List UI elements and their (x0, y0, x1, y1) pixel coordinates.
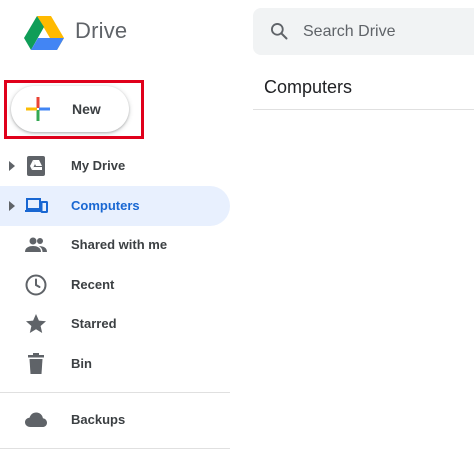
sidebar-item-shared-with-me[interactable]: Shared with me (0, 225, 230, 265)
new-button[interactable]: New (11, 86, 129, 132)
new-button-label: New (72, 101, 101, 117)
sidebar-item-bin[interactable]: Bin (0, 344, 230, 384)
content-divider (253, 109, 474, 110)
drive-logo-icon[interactable] (24, 14, 64, 50)
sidebar-divider (0, 392, 230, 393)
cloud-icon (25, 412, 47, 427)
sidebar-item-label: Recent (71, 277, 115, 292)
app-title: Drive (75, 18, 128, 43)
sidebar-item-computers[interactable]: Computers (0, 186, 230, 226)
sidebar-item-label: Bin (71, 356, 92, 371)
sidebar-item-recent[interactable]: Recent (0, 265, 230, 305)
page-title: Computers (264, 77, 353, 97)
star-icon (26, 314, 46, 333)
my-drive-icon (27, 156, 45, 176)
sidebar-item-label: Computers (71, 198, 140, 213)
search-icon[interactable] (269, 21, 289, 41)
sidebar-item-label: Backups (71, 412, 126, 427)
sidebar-divider (0, 448, 230, 449)
sidebar-item-label: Starred (71, 316, 117, 331)
expand-arrow-icon[interactable] (8, 200, 16, 212)
sidebar-item-label: Shared with me (71, 237, 168, 252)
shared-icon (25, 237, 47, 252)
expand-arrow-icon[interactable] (8, 160, 16, 172)
trash-icon (28, 353, 44, 374)
clock-icon (25, 274, 47, 296)
sidebar-item-starred[interactable]: Starred (0, 304, 230, 344)
sidebar-item-my-drive[interactable]: My Drive (0, 146, 230, 186)
sidebar-item-label: My Drive (71, 158, 126, 173)
plus-icon (26, 97, 50, 121)
search-box[interactable] (253, 8, 474, 55)
search-input[interactable] (303, 8, 473, 55)
sidebar-item-backups[interactable]: Backups (0, 400, 230, 440)
computers-icon (25, 198, 48, 213)
drive-app: Drive Computers New My Driv (0, 0, 474, 463)
